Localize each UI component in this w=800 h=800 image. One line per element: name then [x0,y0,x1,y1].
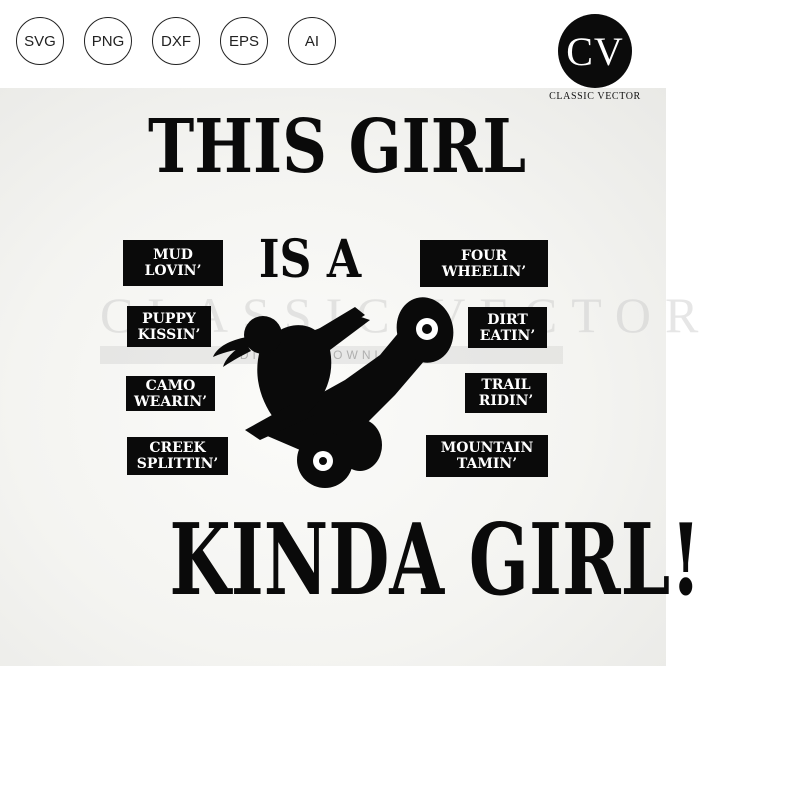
format-badges: SVG PNG DXF EPS AI [16,17,336,65]
tag-four-wheelin: FOUR WHEELIN’ [420,240,548,287]
headline-this-girl: THIS GIRL [148,104,527,190]
tag-mud-lovin: MUD LOVIN’ [123,240,223,286]
format-badge-eps: EPS [220,17,268,65]
format-badge-dxf: DXF [152,17,200,65]
format-badge-svg: SVG [16,17,64,65]
atv-rider-silhouette [213,297,454,488]
format-badge-png: PNG [84,17,132,65]
logo-monogram: CV [558,14,632,88]
tag-camo-wearin: CAMO WEARIN’ [126,376,215,411]
logo-name: CLASSIC VECTOR [549,91,641,102]
headline-kinda-girl: KINDA GIRL! [169,503,702,618]
tag-trail-ridin: TRAIL RIDIN’ [465,373,547,413]
tag-puppy-kissin: PUPPY KISSIN’ [127,306,211,347]
brand-logo: CV CLASSIC VECTOR [543,14,647,102]
tag-dirt-eatin: DIRT EATIN’ [468,307,547,348]
headline-is-a: IS A [258,229,362,290]
format-badge-ai: AI [288,17,336,65]
